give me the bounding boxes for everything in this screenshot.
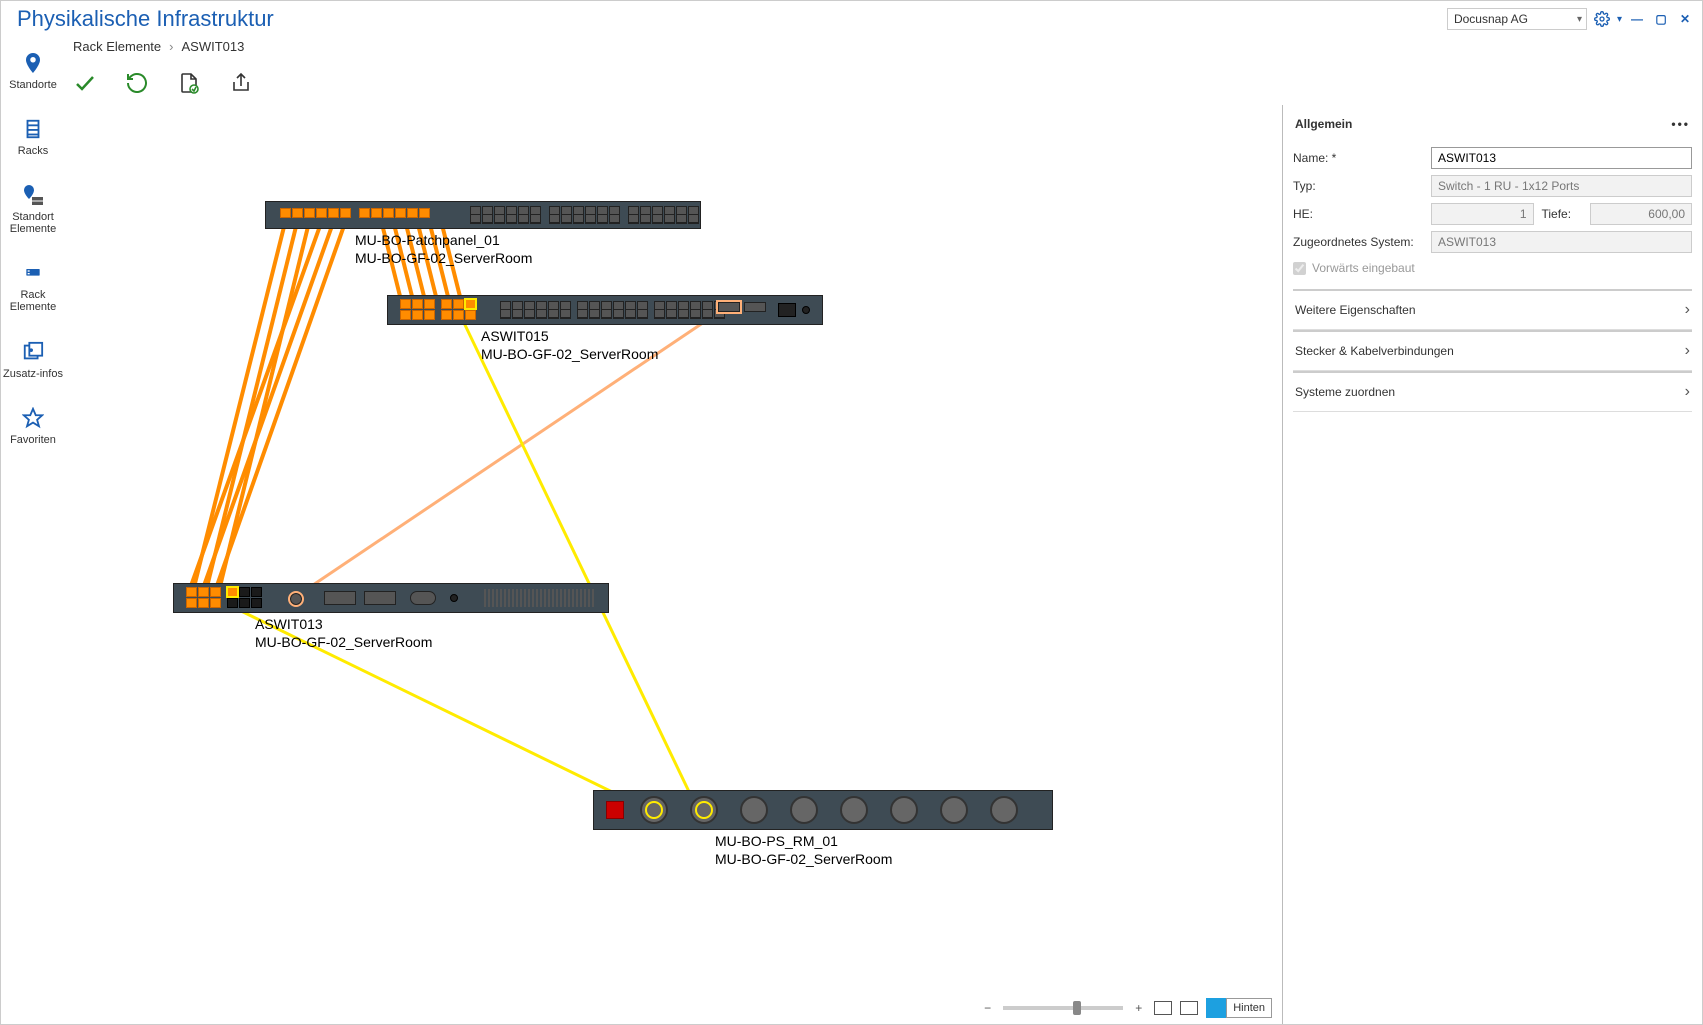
minimize-icon[interactable]: — [1628, 10, 1646, 28]
chevron-right-icon: › [1685, 301, 1690, 319]
fit-page-icon[interactable] [1180, 1001, 1198, 1015]
topology-canvas[interactable]: MU-BO-Patchpanel_01MU-BO-GF-02_ServerRoo… [65, 105, 1282, 1024]
device-aswit015[interactable] [387, 295, 823, 325]
section-stecker-kabelverbindungen[interactable]: Stecker & Kabelverbindungen› [1293, 330, 1692, 371]
gear-dropdown-icon[interactable]: ▾ [1617, 14, 1622, 25]
sidebar-item-standorte[interactable]: Standorte [1, 45, 65, 95]
label-depth: Tiefe: [1542, 207, 1582, 221]
rack-icon [19, 115, 47, 143]
device-label-aswit013: ASWIT013MU-BO-GF-02_ServerRoom [255, 615, 432, 651]
breadcrumb-current: ASWIT013 [182, 39, 245, 54]
export-csv-button[interactable] [177, 71, 201, 95]
label-forward-mounted: Vorwärts eingebaut [1312, 261, 1415, 275]
star-icon [19, 404, 47, 432]
rack-element-icon [19, 259, 47, 287]
tenant-select[interactable]: Docusnap AG [1447, 8, 1587, 30]
chevron-right-icon: › [1685, 383, 1690, 401]
refresh-button[interactable] [125, 71, 149, 95]
device-label-aswit015: ASWIT015MU-BO-GF-02_ServerRoom [481, 327, 658, 363]
maximize-icon[interactable]: ▢ [1652, 10, 1670, 28]
chevron-right-icon: › [1685, 342, 1690, 360]
device-patchpanel[interactable] [265, 201, 701, 229]
device-pdu[interactable] [593, 790, 1053, 830]
label-assigned: Zugeordnetes System: [1293, 235, 1423, 249]
sidebar-item-label: Racks [18, 145, 49, 157]
device-aswit013[interactable] [173, 583, 609, 613]
sidebar-item-zusatzinfos[interactable]: Zusatz-infos [1, 334, 65, 384]
sidebar-item-label: Standort Elemente [1, 211, 65, 235]
chevron-right-icon: › [169, 39, 173, 54]
zoom-slider[interactable] [1003, 1006, 1123, 1010]
input-he [1431, 203, 1534, 225]
location-pin-icon [19, 49, 47, 77]
zoom-out-button[interactable]: − [980, 1001, 995, 1015]
label-he: HE: [1293, 207, 1423, 221]
panel-title: Allgemein [1295, 117, 1352, 131]
pdu-power-switch-icon [606, 801, 624, 819]
gear-icon[interactable] [1593, 10, 1611, 28]
properties-panel: Allgemein ••• Name: * Typ: HE: Tiefe: Zu… [1282, 105, 1702, 1024]
sidebar-item-label: Rack Elemente [1, 289, 65, 313]
sidebar-item-label: Zusatz-infos [3, 368, 63, 380]
side-toggle[interactable]: Hinten [1206, 998, 1272, 1018]
zoom-in-button[interactable]: + [1131, 1001, 1146, 1015]
input-assigned [1431, 231, 1692, 253]
device-label-patchpanel: MU-BO-Patchpanel_01MU-BO-GF-02_ServerRoo… [355, 231, 532, 267]
checkbox-forward-mounted [1293, 262, 1306, 275]
sidebar-item-standort-elemente[interactable]: Standort Elemente [1, 177, 65, 239]
info-icon [19, 338, 47, 366]
location-elements-icon [19, 181, 47, 209]
sidebar-item-rack-elemente[interactable]: Rack Elemente [1, 255, 65, 317]
panel-menu-icon[interactable]: ••• [1671, 117, 1690, 131]
close-icon[interactable]: ✕ [1676, 10, 1694, 28]
label-type: Typ: [1293, 179, 1423, 193]
fit-width-icon[interactable] [1154, 1001, 1172, 1015]
section-weitere-eigenschaften[interactable]: Weitere Eigenschaften› [1293, 289, 1692, 330]
label-name: Name: * [1293, 151, 1423, 165]
sidebar-item-favoriten[interactable]: Favoriten [1, 400, 65, 450]
input-type [1431, 175, 1692, 197]
sidebar-item-label: Standorte [9, 79, 57, 91]
sidebar-item-racks[interactable]: Racks [1, 111, 65, 161]
export-button[interactable] [229, 71, 253, 95]
input-depth [1590, 203, 1693, 225]
apply-button[interactable] [73, 71, 97, 95]
input-name[interactable] [1431, 147, 1692, 169]
page-title: Physikalische Infrastruktur [17, 6, 274, 32]
device-label-pdu: MU-BO-PS_RM_01MU-BO-GF-02_ServerRoom [715, 832, 892, 868]
breadcrumb: Rack Elemente › ASWIT013 [73, 39, 244, 54]
breadcrumb-parent[interactable]: Rack Elemente [73, 39, 161, 54]
sidebar-item-label: Favoriten [10, 434, 56, 446]
section-systeme-zuordnen[interactable]: Systeme zuordnen› [1293, 371, 1692, 412]
